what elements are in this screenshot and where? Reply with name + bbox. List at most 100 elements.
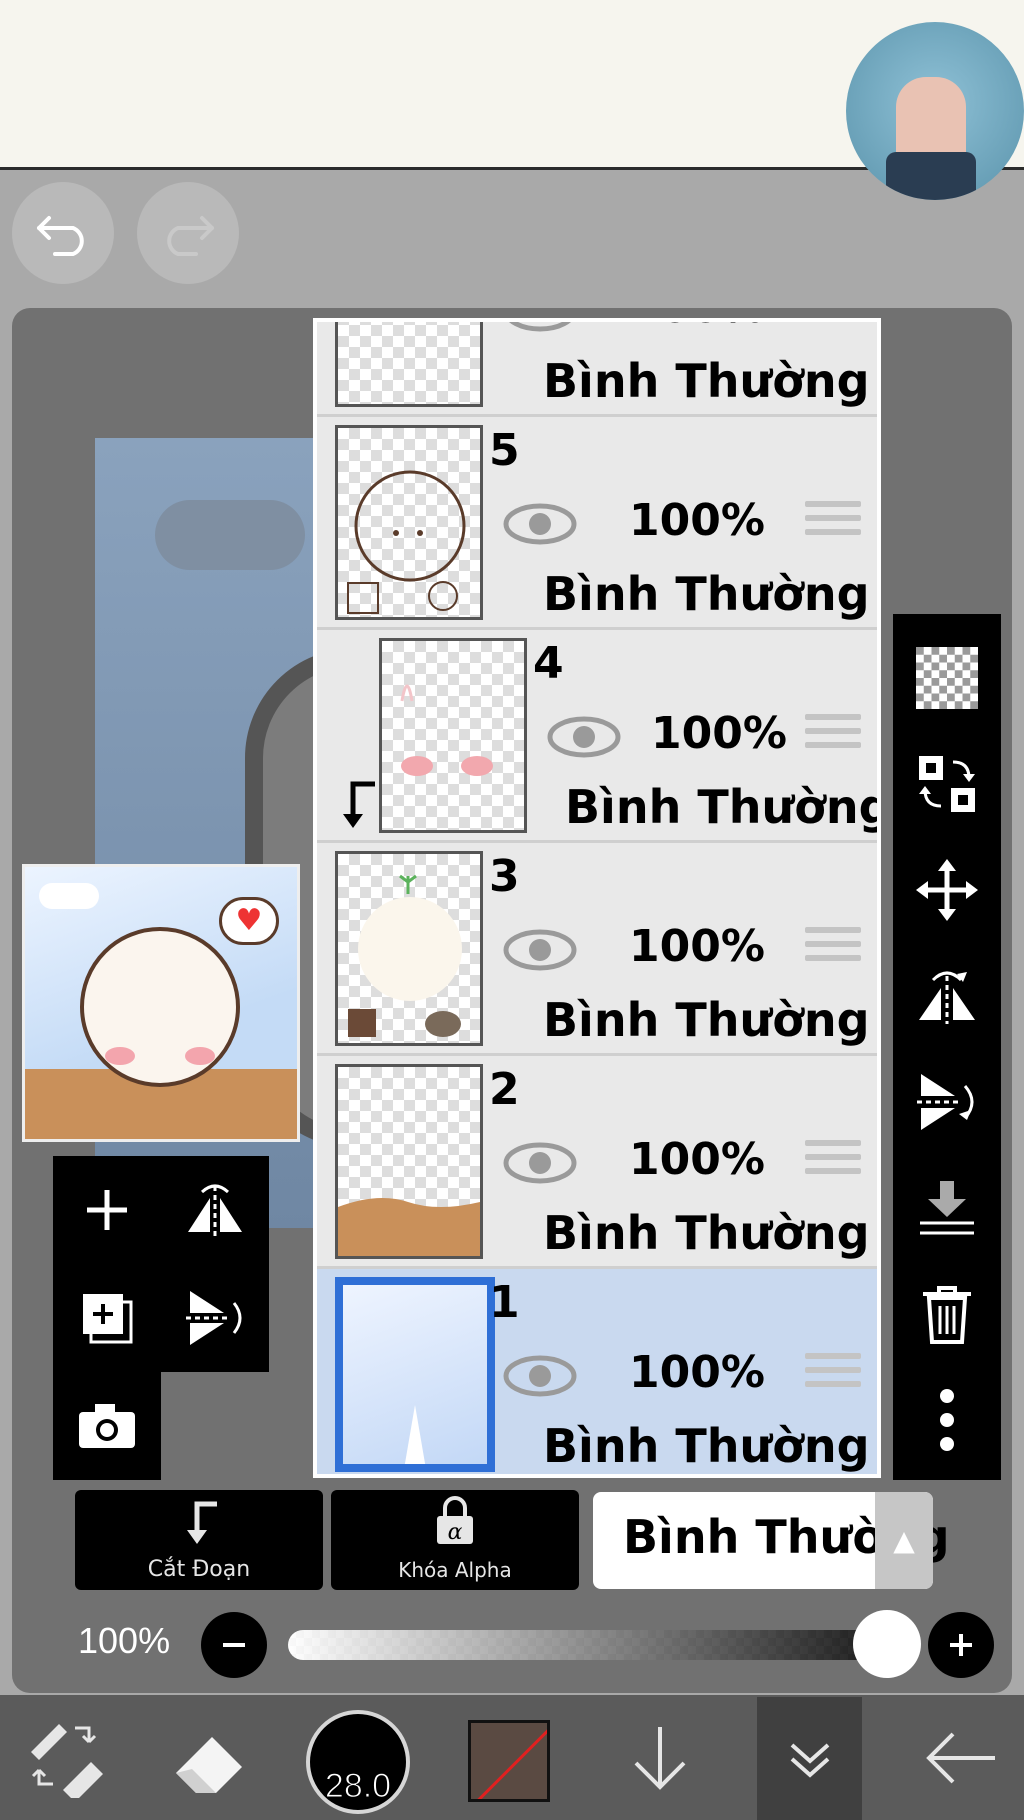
layer-number: 3	[489, 851, 520, 902]
layer-blend-mode: Bình Thường	[543, 1419, 870, 1473]
transparent-fill-button[interactable]	[907, 638, 987, 718]
swap-layer-icon	[919, 756, 975, 812]
move-down-button[interactable]	[620, 1695, 700, 1820]
duplicate-layer-button[interactable]	[53, 1264, 161, 1372]
eye-icon[interactable]	[503, 929, 577, 971]
layer-thumbnail[interactable]	[335, 1064, 483, 1259]
drag-handle-icon[interactable]	[805, 927, 861, 969]
arrow-left-icon	[926, 1732, 995, 1783]
drag-handle-icon[interactable]	[805, 501, 861, 543]
opacity-slider-knob[interactable]	[853, 1610, 921, 1678]
plus-icon	[950, 1634, 972, 1656]
drag-handle-icon[interactable]	[805, 1353, 861, 1395]
layer-opacity: 100%	[629, 322, 765, 333]
layer-row-1[interactable]: 1 100% Bình Thường	[317, 1269, 877, 1474]
thumbnail-cheek-right	[185, 1047, 215, 1065]
opacity-increase-button[interactable]	[928, 1612, 994, 1678]
layer-blend-mode: Bình Thường	[543, 1206, 870, 1260]
layer-opacity: 100%	[629, 921, 765, 972]
plus-icon	[87, 1190, 127, 1230]
layer-3-art	[348, 874, 462, 1037]
flip-horizontal-side-button[interactable]	[907, 956, 987, 1036]
opacity-decrease-button[interactable]	[201, 1612, 267, 1678]
eye-icon[interactable]	[503, 1142, 577, 1184]
alpha-lock-icon: α	[437, 1496, 473, 1545]
clip-arrow-icon	[343, 781, 375, 828]
tool-switch-button[interactable]	[20, 1695, 110, 1820]
camera-icon	[79, 1404, 135, 1448]
layer-thumbnail[interactable]	[335, 322, 483, 407]
delete-layer-button[interactable]	[907, 1274, 987, 1354]
eraser-button[interactable]	[165, 1695, 255, 1820]
clipping-arrow-icon	[187, 1501, 217, 1544]
flip-horizontal-icon	[188, 1184, 242, 1236]
avatar-hand	[896, 77, 966, 162]
undo-button[interactable]	[12, 182, 114, 284]
profile-avatar[interactable]	[846, 22, 1024, 200]
opacity-value: 100%	[78, 1620, 171, 1661]
layer-number: 4	[533, 638, 564, 689]
checkerboard-icon	[916, 647, 978, 709]
swap-layer-button[interactable]	[907, 744, 987, 824]
drag-handle-icon[interactable]	[805, 1140, 861, 1182]
camera-button[interactable]	[53, 1372, 161, 1480]
move-button[interactable]	[907, 850, 987, 930]
layer-list[interactable]: 100% Bình Thường 5 100% Bình Thường	[313, 318, 881, 1478]
layer-blend-mode: Bình Thường	[565, 780, 881, 834]
flip-vertical-button[interactable]	[161, 1264, 269, 1372]
brush-size-button[interactable]: 28.0	[306, 1710, 410, 1814]
flip-vertical-icon	[186, 1291, 242, 1345]
more-options-button[interactable]	[907, 1380, 987, 1460]
canvas-thumbnail[interactable]: ♥	[22, 864, 300, 1142]
layer-2-art	[338, 1198, 480, 1256]
trash-icon	[923, 1286, 971, 1344]
layer-thumbnail[interactable]	[335, 425, 483, 620]
minus-icon	[223, 1643, 245, 1647]
eye-icon[interactable]	[503, 503, 577, 545]
layer-row[interactable]: 100% Bình Thường	[317, 318, 877, 417]
thumbnail-character	[80, 927, 240, 1087]
layer-thumbnail[interactable]	[335, 1277, 495, 1472]
undo-icon	[37, 216, 84, 256]
thumbnail-cheek-left	[105, 1047, 135, 1065]
layer-thumbnail[interactable]	[379, 638, 527, 833]
layer-opacity: 100%	[651, 708, 787, 759]
merge-down-icon	[920, 1181, 974, 1235]
thumbnail-cloud	[39, 883, 99, 909]
layer-row-4[interactable]: 4 100% Bình Thường	[317, 630, 877, 843]
layer-number: 2	[489, 1064, 520, 1115]
layers-tab-button[interactable]	[757, 1697, 862, 1820]
eye-icon[interactable]	[503, 1355, 577, 1397]
heart-icon: ♥	[219, 897, 279, 945]
drag-handle-icon[interactable]	[805, 322, 861, 330]
more-icon	[940, 1389, 954, 1451]
redo-icon	[167, 216, 214, 256]
color-swatch[interactable]	[468, 1720, 550, 1802]
layer-row-5[interactable]: 5 100% Bình Thường	[317, 417, 877, 630]
back-button[interactable]	[916, 1695, 1006, 1820]
blend-mode-select[interactable]: Bình Thường ▲	[593, 1492, 950, 1589]
add-layer-button[interactable]	[53, 1156, 161, 1264]
clipping-button[interactable]: Cắt Đoạn	[75, 1490, 323, 1590]
layer-opacity: 100%	[629, 495, 765, 546]
flip-vertical-side-button[interactable]	[907, 1062, 987, 1142]
svg-text:α: α	[448, 1520, 463, 1545]
layer-thumbnail[interactable]	[335, 851, 483, 1046]
flip-horizontal-button[interactable]	[161, 1156, 269, 1264]
layer-row-3[interactable]: 3 100% Bình Thường	[317, 843, 877, 1056]
alpha-lock-button[interactable]: α Khóa Alpha	[331, 1490, 579, 1590]
brush-eraser-swap-icon	[31, 1723, 103, 1798]
merge-down-button[interactable]	[907, 1168, 987, 1248]
layer-row-2[interactable]: 2 100% Bình Thường	[317, 1056, 877, 1269]
redo-button[interactable]	[137, 182, 239, 284]
opacity-slider-track[interactable]	[288, 1630, 898, 1660]
layer-blend-mode: Bình Thường	[543, 567, 870, 621]
layer-opacity: 100%	[629, 1347, 765, 1398]
eye-icon[interactable]	[547, 716, 621, 758]
dropdown-arrow-icon[interactable]: ▲	[875, 1492, 933, 1589]
layer-number: 5	[489, 425, 520, 476]
drag-handle-icon[interactable]	[805, 714, 861, 756]
layer-blend-mode: Bình Thường	[543, 993, 870, 1047]
layer-1-art	[404, 1405, 426, 1464]
eye-icon[interactable]	[503, 318, 577, 332]
